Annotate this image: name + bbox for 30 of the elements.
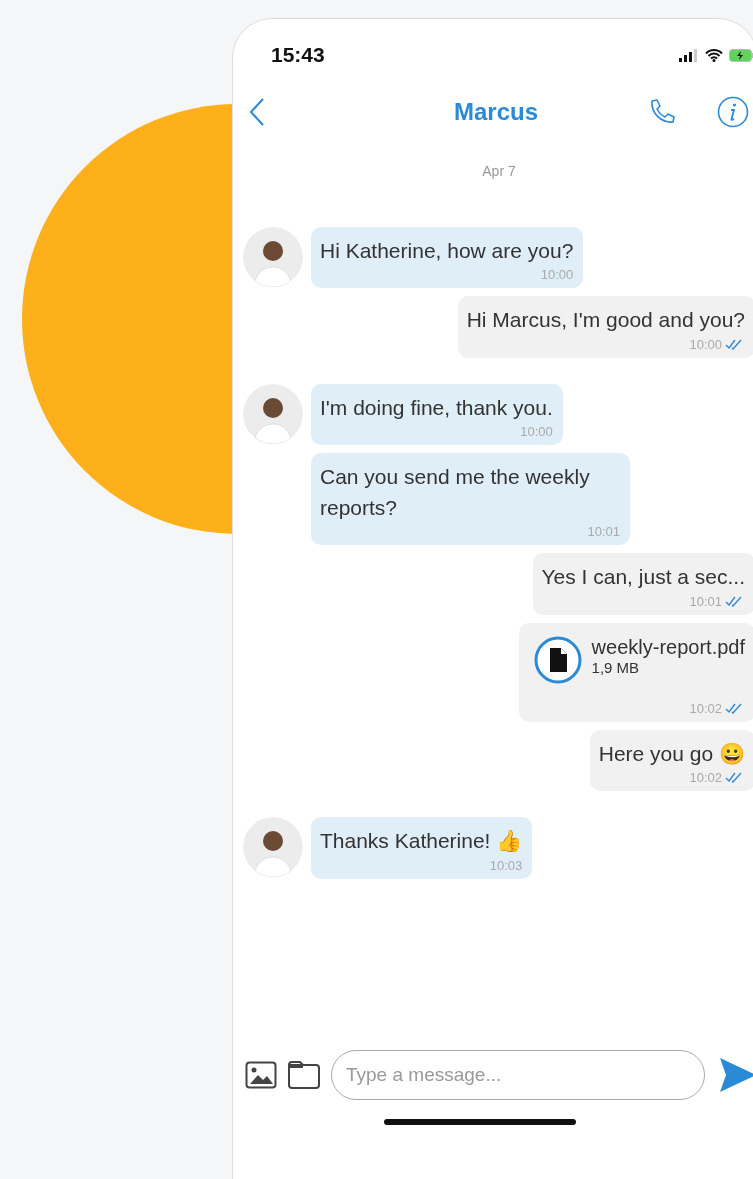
image-icon[interactable] xyxy=(245,1061,277,1089)
message-text: I'm doing fine, thank you. xyxy=(320,394,553,421)
folder-icon[interactable] xyxy=(287,1060,321,1090)
send-icon[interactable] xyxy=(719,1057,753,1093)
message-text: Thanks Katherine! 👍 xyxy=(320,828,523,855)
message-time: 10:02 xyxy=(689,700,722,716)
status-time: 15:43 xyxy=(271,43,325,67)
message-time: 10:03 xyxy=(489,857,523,873)
wifi-icon xyxy=(705,48,723,62)
message-text: Yes I can, just a sec... xyxy=(541,564,745,591)
message-text: Hi Katherine, how are you? xyxy=(320,238,574,264)
message-time: 10:00 xyxy=(540,267,574,283)
battery-icon xyxy=(729,48,753,62)
file-size: 1,9 MB xyxy=(591,658,641,676)
contact-name: Marcus xyxy=(452,98,538,126)
info-button[interactable] xyxy=(717,96,749,128)
document-icon xyxy=(533,635,582,684)
date-label: Apr 7 xyxy=(481,163,517,179)
signal-icon xyxy=(679,48,699,62)
message-time: 10:00 xyxy=(689,336,722,352)
message-text: Hi Marcus, I'm good and you? xyxy=(466,307,745,334)
message-input[interactable]: Type a message... xyxy=(331,1050,705,1100)
back-button[interactable] xyxy=(249,97,265,127)
message-time: 10:00 xyxy=(520,424,553,440)
message-time: 10:01 xyxy=(689,593,722,609)
message-text: Here you go 😀 xyxy=(598,740,745,767)
message-time: 10:01 xyxy=(587,524,620,540)
message-text: Can you send me the weekly reports? xyxy=(320,464,591,521)
message-time: 10:02 xyxy=(689,770,722,786)
file-name[interactable]: weekly-report.pdf xyxy=(591,635,745,659)
